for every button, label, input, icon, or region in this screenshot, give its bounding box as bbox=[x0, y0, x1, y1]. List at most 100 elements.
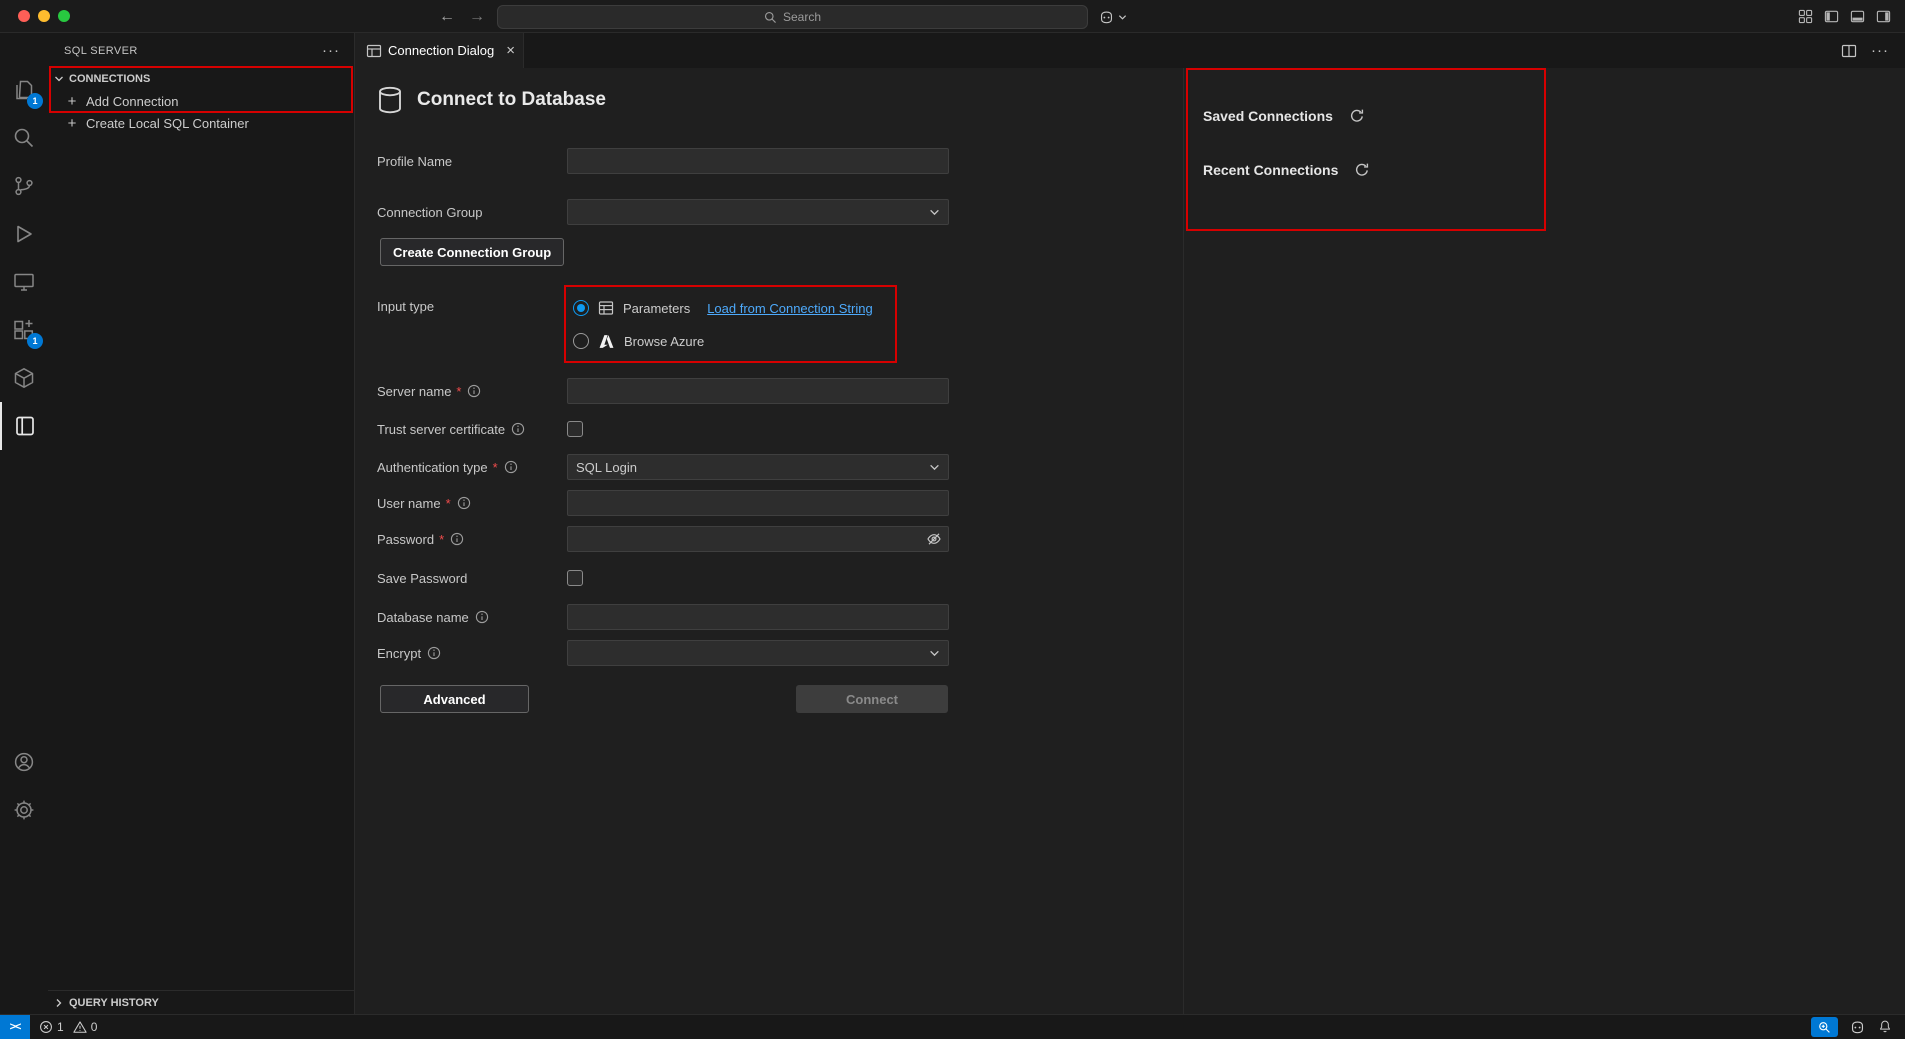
error-icon bbox=[39, 1020, 53, 1034]
zoom-indicator[interactable] bbox=[1811, 1017, 1838, 1037]
page-title: Connect to Database bbox=[417, 89, 606, 111]
sidebar-more-actions-button[interactable]: ··· bbox=[322, 42, 340, 59]
authentication-type-label: Authentication type bbox=[377, 460, 488, 475]
tree-item-add-connection[interactable]: + Add Connection bbox=[48, 90, 354, 112]
required-marker: * bbox=[439, 532, 444, 547]
user-name-label: User name bbox=[377, 496, 441, 511]
query-history-label: QUERY HISTORY bbox=[69, 997, 159, 1009]
forward-button[interactable]: → bbox=[466, 8, 488, 26]
copilot-menu-button[interactable] bbox=[1098, 5, 1127, 29]
tab-connection-dialog[interactable]: Connection Dialog × bbox=[356, 33, 524, 68]
save-password-label: Save Password bbox=[377, 571, 467, 586]
toggle-primary-sidebar-button[interactable] bbox=[1824, 9, 1839, 24]
authentication-type-select[interactable]: SQL Login bbox=[567, 454, 949, 480]
connection-dialog-webview: Connect to Database Profile Name Connect… bbox=[356, 68, 1905, 1014]
info-icon bbox=[504, 460, 518, 474]
encrypt-select[interactable] bbox=[567, 640, 949, 666]
gear-icon bbox=[12, 798, 36, 822]
refresh-icon bbox=[1349, 108, 1365, 124]
eye-off-icon[interactable] bbox=[926, 531, 942, 547]
connections-section-header[interactable]: CONNECTIONS bbox=[48, 68, 354, 90]
sql-server-icon bbox=[13, 414, 37, 438]
tree-item-label: Add Connection bbox=[86, 94, 179, 109]
sidebar-item-extensions[interactable]: 1 bbox=[0, 306, 48, 354]
field-encrypt: Encrypt bbox=[377, 640, 949, 666]
editor-more-actions-button[interactable]: ··· bbox=[1871, 42, 1889, 59]
browse-azure-radio[interactable] bbox=[573, 333, 589, 349]
error-count: 1 bbox=[57, 1020, 64, 1034]
warning-icon bbox=[73, 1020, 87, 1034]
user-name-input[interactable] bbox=[567, 490, 949, 516]
field-trust-server-certificate: Trust server certificate bbox=[377, 416, 583, 442]
connect-button[interactable]: Connect bbox=[796, 685, 948, 713]
close-tab-button[interactable]: × bbox=[506, 43, 515, 58]
profile-name-input[interactable] bbox=[567, 148, 949, 174]
chevron-right-icon bbox=[51, 995, 67, 1011]
split-editor-icon[interactable] bbox=[1841, 43, 1857, 59]
tab-bar: Connection Dialog × ··· bbox=[356, 33, 1905, 68]
field-input-type: Input type bbox=[377, 295, 567, 317]
parameters-radio[interactable] bbox=[573, 300, 589, 316]
warning-count: 0 bbox=[91, 1020, 98, 1034]
source-control-icon bbox=[12, 174, 36, 198]
refresh-recent-connections-button[interactable] bbox=[1354, 162, 1370, 178]
recent-connections-title: Recent Connections bbox=[1203, 162, 1338, 178]
saved-connections-title: Saved Connections bbox=[1203, 108, 1333, 124]
input-type-parameters-option: Parameters Load from Connection String bbox=[573, 297, 873, 319]
sidebar-item-accounts[interactable] bbox=[0, 738, 48, 786]
database-name-input[interactable] bbox=[567, 604, 949, 630]
back-button[interactable]: ← bbox=[436, 8, 458, 26]
status-bar: >< 1 0 bbox=[0, 1014, 1905, 1039]
sidebar-item-database-projects[interactable] bbox=[0, 354, 48, 402]
create-connection-group-button[interactable]: Create Connection Group bbox=[380, 238, 564, 266]
database-icon bbox=[375, 85, 405, 115]
field-password: Password * bbox=[377, 526, 949, 552]
notifications-bell-button[interactable] bbox=[1877, 1019, 1893, 1035]
encrypt-label: Encrypt bbox=[377, 646, 421, 661]
close-window-button[interactable] bbox=[18, 10, 30, 22]
connection-group-select[interactable] bbox=[567, 199, 949, 225]
connection-group-label: Connection Group bbox=[377, 205, 483, 220]
required-marker: * bbox=[456, 384, 461, 399]
tree-item-label: Create Local SQL Container bbox=[86, 116, 249, 131]
load-from-connection-string-link[interactable]: Load from Connection String bbox=[707, 301, 872, 316]
problems-indicator[interactable]: 1 0 bbox=[39, 1020, 102, 1034]
plus-icon: + bbox=[65, 115, 79, 132]
input-type-browse-azure-option: Browse Azure bbox=[573, 330, 704, 352]
editor-group: Connection Dialog × ··· Connect to Datab… bbox=[356, 33, 1905, 1014]
refresh-saved-connections-button[interactable] bbox=[1349, 108, 1365, 124]
query-history-section-header[interactable]: QUERY HISTORY bbox=[48, 990, 354, 1014]
sidebar-item-explorer[interactable]: 1 bbox=[0, 66, 48, 114]
server-name-input[interactable] bbox=[567, 378, 949, 404]
sidebar-item-remote-explorer[interactable] bbox=[0, 258, 48, 306]
zoom-in-icon bbox=[1818, 1021, 1831, 1034]
field-save-password: Save Password bbox=[377, 565, 583, 591]
sidebar-item-source-control[interactable] bbox=[0, 162, 48, 210]
toggle-secondary-sidebar-button[interactable] bbox=[1876, 9, 1891, 24]
customize-layout-button[interactable] bbox=[1798, 9, 1813, 24]
trust-server-certificate-checkbox[interactable] bbox=[567, 421, 583, 437]
bell-icon bbox=[1877, 1019, 1893, 1035]
profile-name-label: Profile Name bbox=[377, 154, 452, 169]
maximize-window-button[interactable] bbox=[58, 10, 70, 22]
sidebar-item-settings[interactable] bbox=[0, 786, 48, 834]
password-label: Password bbox=[377, 532, 434, 547]
parameters-table-icon bbox=[598, 300, 614, 316]
sidebar-item-run-debug[interactable] bbox=[0, 210, 48, 258]
sidebar-item-sql-server[interactable] bbox=[0, 402, 48, 450]
toggle-panel-button[interactable] bbox=[1850, 9, 1865, 24]
tree-item-create-local-sql-container[interactable]: + Create Local SQL Container bbox=[48, 112, 354, 134]
password-input[interactable] bbox=[567, 526, 949, 552]
command-center-search[interactable]: Search bbox=[497, 5, 1088, 29]
copilot-status-item[interactable] bbox=[1849, 1019, 1866, 1036]
account-icon bbox=[12, 750, 36, 774]
save-password-checkbox[interactable] bbox=[567, 570, 583, 586]
extensions-badge: 1 bbox=[27, 333, 43, 349]
remote-indicator[interactable]: >< bbox=[0, 1015, 30, 1039]
input-type-label: Input type bbox=[377, 299, 434, 314]
advanced-button[interactable]: Advanced bbox=[380, 685, 529, 713]
minimize-window-button[interactable] bbox=[38, 10, 50, 22]
chevron-down-icon bbox=[929, 462, 940, 473]
sidebar-item-search[interactable] bbox=[0, 114, 48, 162]
tab-strip-empty bbox=[524, 33, 1841, 68]
